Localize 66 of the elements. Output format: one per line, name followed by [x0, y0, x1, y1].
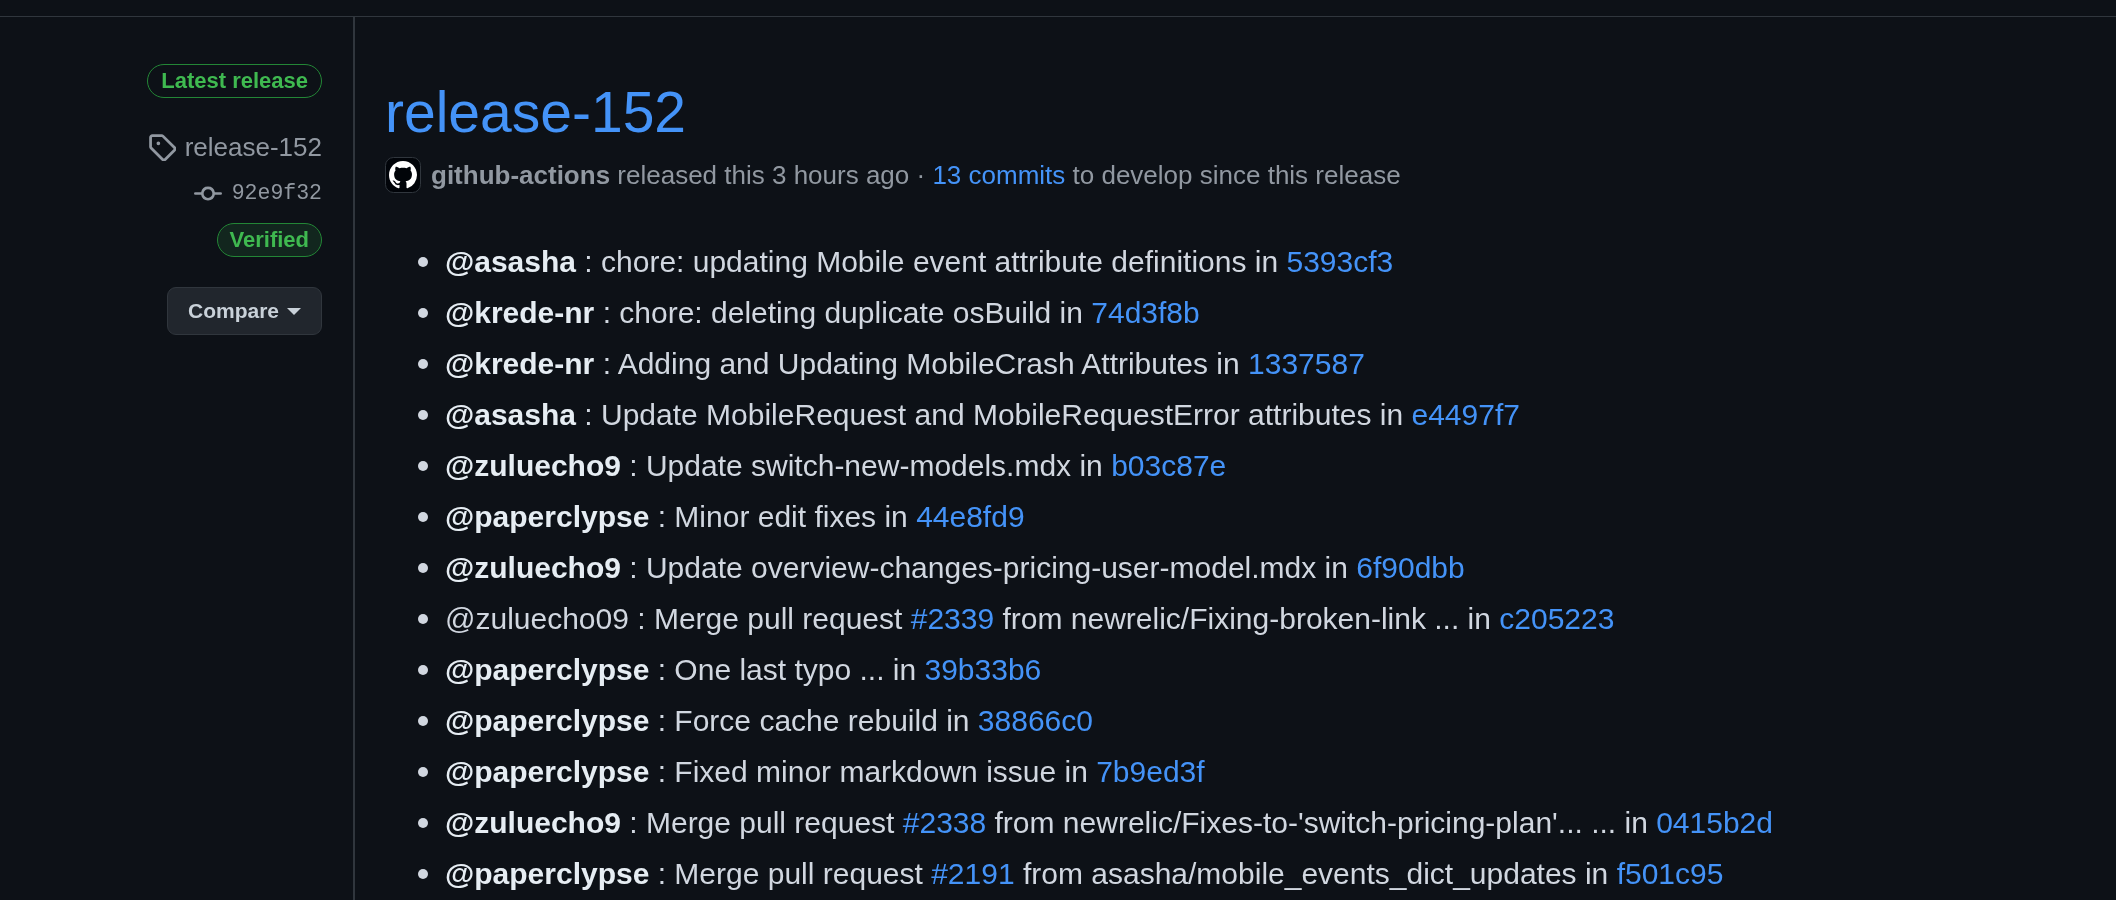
user-mention[interactable]: @paperclypse — [445, 500, 650, 533]
avatar-icon — [385, 157, 421, 193]
release-meta: github-actions released this 3 hours ago · 13 commits to develop since this release — [431, 159, 1401, 192]
release-note-item: @asasha : Update MobileRequest and MobileRequestError attributes in e4497f7 — [445, 397, 1520, 433]
bullet-icon — [418, 817, 428, 828]
release-title: release-152 — [385, 79, 688, 146]
caret-icon — [287, 307, 301, 315]
release-note-item: @asasha : chore: updating Mobile event attribute definitions in 5393cf3 — [445, 244, 1394, 280]
commit-link[interactable]: 44e8fd9 — [916, 500, 1025, 533]
bullet-icon — [418, 562, 428, 573]
release-note-item: @paperclypse : Minor edit fixes in 44e8fd9 — [445, 499, 1025, 535]
user-mention[interactable]: @paperclypse — [445, 704, 650, 737]
release-note-item: @paperclypse : One last typo ... in 39b33b6 — [445, 652, 1042, 688]
bullet-icon — [418, 307, 428, 318]
release-note-item: @paperclypse : Fixed minor markdown issue in 7b9ed3f — [445, 754, 1205, 790]
commit-link[interactable]: 1337587 — [1248, 347, 1365, 380]
release-note-item: @krede-nr : Adding and Updating MobileCrash Attributes in 1337587 — [445, 346, 1365, 382]
user-mention[interactable]: @krede-nr — [445, 347, 595, 380]
commit-link[interactable]: 38866c0 — [977, 704, 1093, 737]
release-note-item: @zuluecho9 : Update overview-changes-pricing-user-model.mdx in 6f90dbb — [445, 550, 1465, 586]
pull-request-link[interactable]: #2338 — [902, 806, 987, 839]
bullet-icon — [418, 715, 428, 726]
author-link[interactable]: github-actions — [431, 160, 611, 190]
commit-link[interactable]: 0415b2d — [1656, 806, 1773, 839]
commit-link[interactable]: c205223 — [1499, 602, 1615, 635]
user-mention[interactable]: @zuluecho9 — [445, 551, 621, 584]
commit-link[interactable]: b03c87e — [1111, 449, 1227, 482]
pull-request-link[interactable]: #2339 — [910, 602, 995, 635]
pull-request-link[interactable]: #2191 — [931, 857, 1015, 890]
release-note-item: @paperclypse : Merge pull request #2191 from asasha/mobile_events_dict_updates in f501c95 — [445, 856, 1724, 892]
bullet-icon — [418, 868, 428, 879]
release-note-item: @zuluecho9 : Merge pull request #2338 from newrelic/Fixes-to-'switch-pricing-plan'... ... in 0415b2d — [445, 805, 1773, 841]
commit-sha-link[interactable]: 92e9f32 — [231, 179, 322, 207]
bullet-icon — [418, 511, 428, 522]
release-note-item: @zuluecho9 : Update switch-new-models.mdx in b03c87e — [445, 448, 1227, 484]
commit-link[interactable]: e4497f7 — [1411, 398, 1520, 431]
bullet-icon — [418, 460, 428, 471]
user-mention[interactable]: @zuluecho9 — [445, 449, 621, 482]
user-mention[interactable]: @paperclypse — [445, 755, 650, 788]
bullet-icon — [418, 256, 428, 267]
commit-link[interactable]: f501c95 — [1616, 857, 1724, 890]
bullet-icon — [418, 664, 428, 675]
commit-link[interactable]: 6f90dbb — [1356, 551, 1465, 584]
release-note-item: @krede-nr : chore: deleting duplicate osBuild in 74d3f8b — [445, 295, 1200, 331]
user-mention[interactable]: @asasha — [445, 245, 576, 278]
commit-link[interactable]: 5393cf3 — [1286, 245, 1394, 278]
commit-icon — [193, 185, 222, 201]
user-mention[interactable]: @zuluecho9 — [445, 806, 621, 839]
tag-link[interactable]: release-152 — [184, 132, 322, 162]
tag-icon — [148, 133, 176, 161]
user-mention[interactable]: @krede-nr — [445, 296, 595, 329]
bullet-icon — [418, 766, 428, 777]
commits-link[interactable]: 13 commits — [932, 160, 1066, 190]
release-note-item: @zuluecho09 : Merge pull request #2339 from newrelic/Fixing-broken-link ... in c205223 — [445, 601, 1615, 637]
bullet-icon — [418, 409, 428, 420]
commit-link[interactable]: 74d3f8b — [1091, 296, 1200, 329]
verified-badge[interactable]: Verified — [216, 223, 322, 257]
commit-link[interactable]: 7b9ed3f — [1096, 755, 1205, 788]
user-mention[interactable]: @asasha — [445, 398, 576, 431]
bullet-icon — [418, 613, 428, 624]
bullet-icon — [418, 358, 428, 369]
user-mention[interactable]: @paperclypse — [445, 653, 650, 686]
commit-link[interactable]: 39b33b6 — [924, 653, 1042, 686]
release-note-item: @paperclypse : Force cache rebuild in 38866c0 — [445, 703, 1093, 739]
compare-button[interactable]: Compare — [166, 287, 322, 335]
user-mention[interactable]: @paperclypse — [445, 857, 650, 890]
